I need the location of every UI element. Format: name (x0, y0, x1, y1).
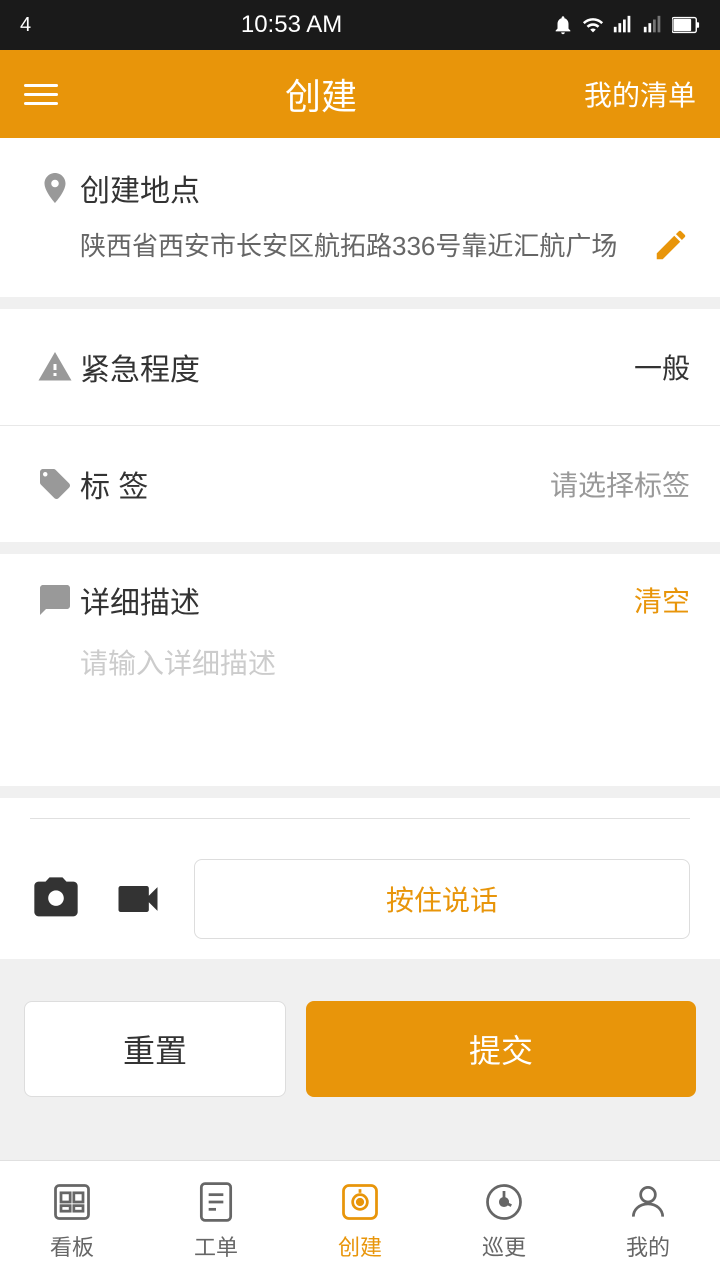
reset-button[interactable]: 重置 (24, 1001, 286, 1097)
location-section: 创建地点 陕西省西安市长安区航拓路336号靠近汇航广场 (0, 138, 720, 309)
urgency-icon (30, 349, 80, 385)
status-bar: 4 10:53 AM (0, 0, 720, 50)
my-list-button[interactable]: 我的清单 (584, 74, 696, 114)
nav-kanban-label: 看板 (50, 1230, 94, 1262)
description-placeholder: 请输入详细描述 (30, 642, 690, 762)
status-time: 10:53 AM (241, 11, 342, 39)
status-indicator: 4 (20, 14, 31, 37)
location-label: 创建地点 (80, 166, 200, 210)
nav-patrol[interactable]: 巡更 (432, 1161, 576, 1280)
tags-label: 标 签 (80, 462, 148, 506)
status-icons (552, 14, 700, 36)
divider (30, 818, 690, 819)
bottom-nav: 看板 工单 创建 巡更 我的 (0, 1160, 720, 1280)
description-section: 详细描述 清空 请输入详细描述 (0, 554, 720, 798)
header: 创建 我的清单 (0, 50, 720, 138)
submit-button[interactable]: 提交 (306, 1001, 696, 1097)
nav-mine-label: 我的 (626, 1230, 670, 1262)
tags-section[interactable]: 标 签 请选择标签 (0, 426, 720, 554)
location-icon (30, 170, 80, 206)
form-content: 创建地点 陕西省西安市长安区航拓路336号靠近汇航广场 紧急程度 一般 标 签 … (0, 138, 720, 1160)
nav-workorder[interactable]: 工单 (144, 1161, 288, 1280)
content-spacer (0, 1127, 720, 1160)
menu-button[interactable] (24, 84, 58, 105)
location-edit-button[interactable] (652, 226, 690, 269)
camera-button[interactable] (30, 873, 82, 925)
nav-patrol-label: 巡更 (482, 1230, 526, 1262)
action-row: 重置 提交 (0, 971, 720, 1127)
location-value: 陕西省西安市长安区航拓路336号靠近汇航广场 (80, 226, 632, 268)
nav-create-label: 创建 (338, 1230, 382, 1262)
description-icon (30, 582, 80, 618)
nav-mine[interactable]: 我的 (576, 1161, 720, 1280)
urgency-value: 一般 (634, 347, 690, 387)
video-button[interactable] (112, 873, 164, 925)
tags-placeholder: 请选择标签 (550, 464, 690, 504)
media-row: 按住说话 (0, 839, 720, 971)
urgency-section[interactable]: 紧急程度 一般 (0, 309, 720, 426)
nav-create[interactable]: 创建 (288, 1161, 432, 1280)
tags-icon (30, 466, 80, 502)
nav-kanban[interactable]: 看板 (0, 1161, 144, 1280)
voice-button[interactable]: 按住说话 (194, 859, 690, 939)
nav-workorder-label: 工单 (194, 1230, 238, 1262)
page-title: 创建 (285, 68, 357, 120)
description-label: 详细描述 (80, 578, 200, 622)
clear-button[interactable]: 清空 (634, 580, 690, 620)
urgency-label: 紧急程度 (80, 345, 200, 389)
